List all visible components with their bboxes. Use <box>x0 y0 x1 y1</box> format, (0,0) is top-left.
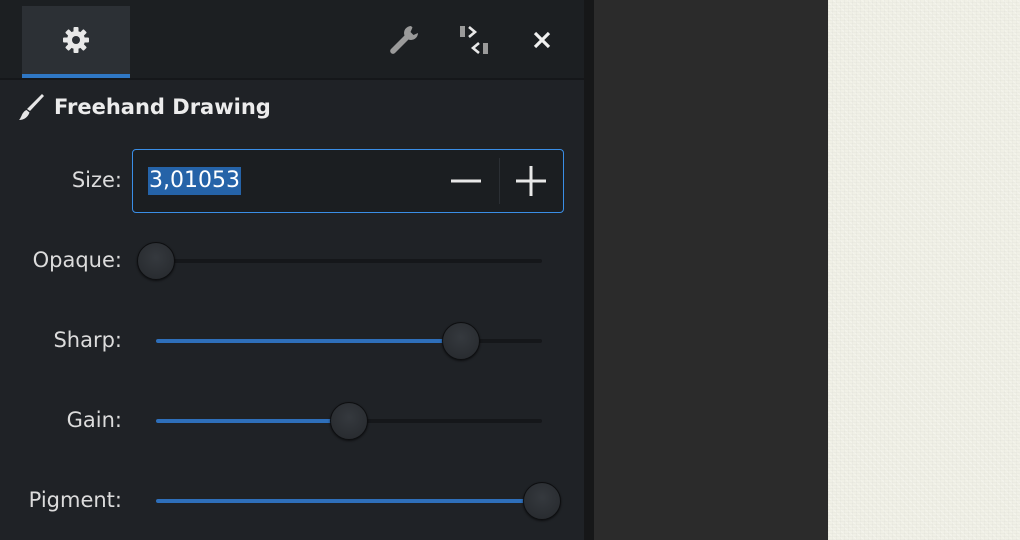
gain-slider[interactable] <box>156 401 542 441</box>
size-increment-button[interactable] <box>499 150 563 211</box>
gear-icon <box>63 27 89 53</box>
slider-track <box>156 259 542 263</box>
size-decrement-button[interactable] <box>433 150 499 211</box>
drawing-canvas[interactable] <box>828 0 1020 540</box>
close-button[interactable] <box>522 20 562 60</box>
minus-icon <box>451 179 481 182</box>
size-label: Size: <box>71 168 122 192</box>
pigment-label: Pigment: <box>28 488 122 512</box>
workspace-background <box>594 0 828 540</box>
slider-knob[interactable] <box>523 482 561 520</box>
wrench-icon <box>390 26 418 54</box>
wrench-button[interactable] <box>384 20 424 60</box>
plus-icon <box>516 165 546 196</box>
brush-icon <box>19 94 44 120</box>
opaque-slider[interactable] <box>137 241 542 281</box>
slider-fill <box>156 339 461 343</box>
sharp-label: Sharp: <box>53 328 122 352</box>
opaque-label: Opaque: <box>32 248 122 272</box>
close-icon <box>533 31 551 49</box>
slider-knob[interactable] <box>137 242 175 280</box>
sharp-slider[interactable] <box>156 321 542 361</box>
tool-options-panel: Freehand Drawing Size: 3,01053 Opaque: S… <box>0 0 588 540</box>
tool-title: Freehand Drawing <box>54 95 271 119</box>
tab-settings[interactable] <box>22 6 130 78</box>
slider-fill <box>156 419 349 423</box>
size-spinbox[interactable]: 3,01053 <box>132 149 564 213</box>
slider-fill <box>156 499 542 503</box>
panel-toggle-button[interactable] <box>454 20 494 60</box>
gain-label: Gain: <box>66 408 122 432</box>
slider-knob[interactable] <box>442 322 480 360</box>
panel-toggle-icon <box>460 26 488 54</box>
pigment-slider[interactable] <box>156 481 561 521</box>
slider-knob[interactable] <box>330 402 368 440</box>
tool-title-row: Freehand Drawing <box>18 92 271 122</box>
panel-splitter[interactable] <box>584 0 594 540</box>
size-input[interactable]: 3,01053 <box>148 167 241 195</box>
panel-tabbar <box>0 0 584 80</box>
